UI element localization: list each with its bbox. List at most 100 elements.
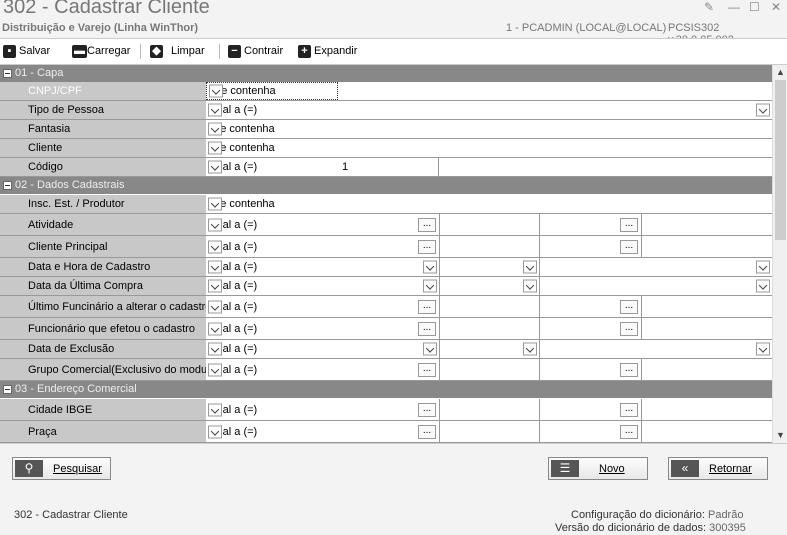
lookup-button[interactable]: ... — [620, 402, 638, 417]
collapse-icon[interactable] — [3, 385, 12, 394]
save-button[interactable]: ▪ Salvar — [3, 43, 50, 59]
date-to-select[interactable] — [540, 277, 772, 295]
chevron-down-icon[interactable] — [208, 300, 222, 313]
chevron-down-icon[interactable] — [208, 218, 222, 231]
operator-select[interactable]: igual a (=) — [206, 101, 339, 119]
close-button[interactable]: ✕ — [771, 0, 781, 14]
date-from-select[interactable] — [338, 340, 440, 358]
back-button[interactable]: « Retornar — [668, 457, 768, 480]
value-input[interactable] — [338, 120, 772, 138]
chevron-down-icon[interactable] — [208, 160, 222, 174]
operator-select[interactable]: igual a (=) — [206, 318, 339, 339]
date-from-select[interactable] — [338, 258, 440, 276]
operator-select[interactable]: igual a (=) — [206, 258, 339, 276]
lookup-button[interactable]: ... — [418, 402, 436, 417]
value-from-input[interactable]: ... — [338, 296, 440, 317]
chevron-down-icon[interactable] — [756, 103, 770, 117]
lookup-button[interactable]: ... — [620, 321, 638, 336]
minimize-button[interactable]: — — [728, 0, 740, 14]
value-from-input[interactable]: ... — [338, 214, 440, 235]
chevron-down-icon[interactable] — [523, 279, 537, 293]
chevron-down-icon[interactable] — [523, 342, 537, 356]
chevron-down-icon[interactable] — [208, 403, 222, 416]
new-button[interactable]: ☰ Novo — [548, 457, 648, 480]
value-from-input[interactable]: ... — [338, 399, 440, 420]
collapse-icon[interactable] — [3, 181, 12, 190]
section-capa[interactable]: 01 - Capa — [0, 65, 772, 82]
chevron-down-icon[interactable] — [209, 84, 223, 98]
operator-select[interactable]: igual a (=) — [206, 399, 339, 420]
lookup-button[interactable]: ... — [620, 362, 638, 377]
section-dados-cadastrais[interactable]: 02 - Dados Cadastrais — [0, 177, 772, 194]
expand-button[interactable]: + Expandir — [298, 43, 357, 59]
time-from-select[interactable] — [440, 277, 540, 295]
chevron-down-icon[interactable] — [523, 260, 537, 274]
value-from-input[interactable]: ... — [338, 421, 440, 442]
chevron-down-icon[interactable] — [423, 342, 437, 356]
value-from-input[interactable]: ... — [338, 318, 440, 339]
date-to-select[interactable] — [540, 340, 772, 358]
chevron-down-icon[interactable] — [208, 279, 222, 293]
scroll-thumb[interactable] — [775, 80, 786, 240]
lookup-button[interactable]: ... — [418, 321, 436, 336]
lookup-button[interactable]: ... — [620, 217, 638, 232]
operator-select[interactable]: igual a (=) — [206, 158, 339, 176]
chevron-down-icon[interactable] — [208, 342, 222, 356]
time-from-select[interactable] — [440, 258, 540, 276]
value-input[interactable]: 1 — [338, 158, 439, 176]
collapse-button[interactable]: − Contrair — [228, 43, 283, 59]
clear-button[interactable]: ◆ Limpar — [150, 43, 205, 59]
operator-select[interactable]: igual a (=) — [206, 340, 339, 358]
date-to-select[interactable] — [540, 258, 772, 276]
lookup-button[interactable]: ... — [418, 299, 436, 314]
value-to-input[interactable]: ... — [540, 421, 642, 442]
lookup-button[interactable]: ... — [418, 217, 436, 232]
value-to-input[interactable]: ... — [540, 399, 642, 420]
operator-select[interactable]: igual a (=) — [206, 214, 339, 235]
maximize-button[interactable]: ☐ — [749, 0, 760, 14]
chevron-down-icon[interactable] — [423, 279, 437, 293]
operator-select[interactable]: igual a (=) — [206, 359, 339, 380]
operator-select[interactable]: que contenha — [206, 82, 338, 100]
chevron-down-icon[interactable] — [423, 260, 437, 274]
operator-select[interactable]: igual a (=) — [206, 236, 339, 257]
lookup-button[interactable]: ... — [620, 424, 638, 439]
operator-select[interactable]: igual a (=) — [206, 296, 339, 317]
operator-select[interactable]: que contenha — [206, 195, 339, 213]
lookup-button[interactable]: ... — [620, 239, 638, 254]
chevron-down-icon[interactable] — [208, 260, 222, 274]
value-to-input[interactable]: ... — [540, 318, 642, 339]
chevron-down-icon[interactable] — [756, 342, 770, 356]
chevron-down-icon[interactable] — [756, 260, 770, 274]
operator-select[interactable]: igual a (=) — [206, 277, 339, 295]
date-from-select[interactable] — [338, 277, 440, 295]
value-input[interactable] — [338, 195, 772, 213]
vertical-scrollbar[interactable]: ▲ ▼ — [772, 65, 787, 443]
chevron-down-icon[interactable] — [208, 240, 222, 253]
value-input[interactable] — [338, 82, 772, 100]
lookup-button[interactable]: ... — [418, 424, 436, 439]
chevron-down-icon[interactable] — [208, 425, 222, 438]
chevron-down-icon[interactable] — [756, 279, 770, 293]
scroll-down-icon[interactable]: ▼ — [776, 430, 785, 440]
chevron-down-icon[interactable] — [208, 197, 222, 211]
operator-select[interactable]: igual a (=) — [206, 421, 339, 442]
value-from-input[interactable]: ... — [338, 359, 440, 380]
value-input[interactable] — [338, 139, 772, 157]
chevron-down-icon[interactable] — [208, 141, 222, 155]
chevron-down-icon[interactable] — [208, 103, 222, 117]
load-button[interactable]: ▬ Carregar — [72, 43, 130, 59]
value-to-input[interactable]: ... — [540, 214, 642, 235]
lookup-button[interactable]: ... — [418, 362, 436, 377]
operator-select[interactable]: que contenha — [206, 139, 339, 157]
edit-window-icon[interactable]: ✎ — [704, 0, 714, 14]
chevron-down-icon[interactable] — [208, 322, 222, 335]
value-select[interactable] — [338, 101, 772, 119]
lookup-button[interactable]: ... — [620, 299, 638, 314]
chevron-down-icon[interactable] — [208, 363, 222, 376]
operator-select[interactable]: que contenha — [206, 120, 339, 138]
lookup-button[interactable]: ... — [418, 239, 436, 254]
value-from-input[interactable]: ... — [338, 236, 440, 257]
value-to-input[interactable]: ... — [540, 296, 642, 317]
chevron-down-icon[interactable] — [208, 122, 222, 136]
